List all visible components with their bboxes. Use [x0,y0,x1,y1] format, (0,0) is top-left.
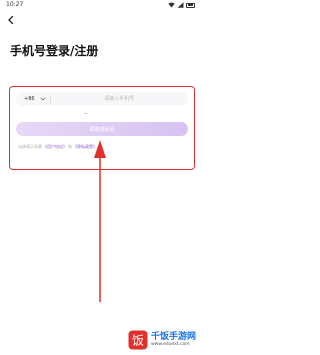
watermark-title: 千饭手游网 [150,331,196,342]
wifi-icon [168,2,175,8]
watermark: 饭 千饭手游网 www.eduext.com [128,328,196,352]
agreement-and-text: 和 [68,144,72,149]
user-agreement-link[interactable]: 《用户协议》 [43,144,67,150]
agreement-row: 勾选表示同意 《用户协议》 和 《隐私政策》 [18,143,97,151]
status-icons [168,1,195,9]
battery-icon [186,2,195,8]
privacy-policy-link[interactable]: 《隐私政策》 [73,144,97,150]
watermark-url: www.eduext.com [150,341,190,347]
get-verification-code-button[interactable]: 获取验证码 [16,122,188,136]
country-code-selector[interactable]: +86 [24,96,35,102]
phone-number-input[interactable] [50,92,188,106]
chevron-down-icon[interactable] [40,97,46,101]
page-title: 手机号登录/注册 [10,44,99,58]
status-bar: 10:27 [0,0,200,10]
phone-input-row: +86 [16,92,188,106]
dots-mark: ·· [84,111,88,118]
svg-text:饭: 饭 [132,334,144,348]
agreement-prefix-text: 勾选表示同意 [18,144,42,149]
signal-icon [177,2,184,8]
watermark-logo-icon: 饭 [128,330,148,350]
back-arrow-icon[interactable] [5,14,17,26]
status-time: 10:27 [6,1,24,8]
